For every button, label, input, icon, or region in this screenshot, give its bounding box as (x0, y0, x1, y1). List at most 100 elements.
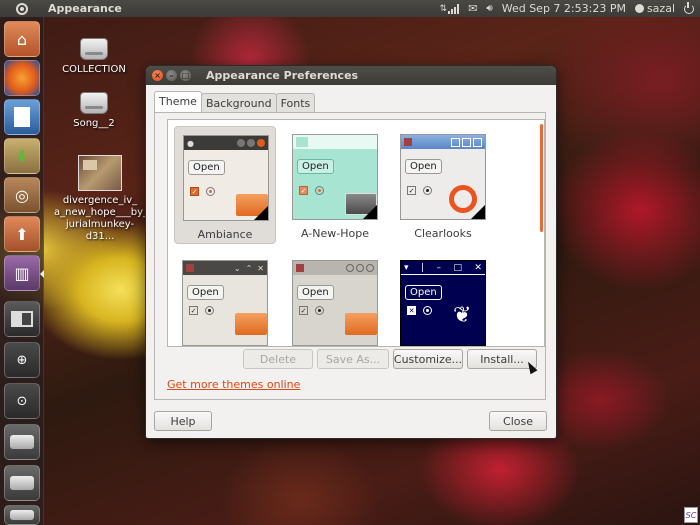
preview-chevron-up-icon: ⌃ (245, 263, 253, 273)
launcher-item-appearance[interactable]: ▥ (4, 255, 40, 291)
envelope-icon: ✉ (468, 2, 478, 15)
theme-dust-sand[interactable]: Open ✓ (284, 252, 386, 346)
desktop-icon-collection[interactable]: COLLECTION (48, 38, 140, 76)
preview-menu-icon (404, 138, 412, 146)
theme-tab-panel: ● Open ✓ Ambiance Open ✓ A-New-Hope Open… (154, 112, 546, 400)
preview-open-button: Open (405, 159, 442, 174)
launcher: ⌂ ⬇ ◎ ⬆ ▥ ⊕ ⊙ (0, 17, 44, 525)
preview-corner-icon (363, 205, 377, 219)
folder-upload-icon: ⬆ (15, 224, 29, 244)
theme-dust[interactable]: ⌄ ⌃ ✕ Open ✓ (174, 252, 276, 346)
preview-radio-icon (315, 306, 324, 315)
active-app-title: Appearance (48, 2, 122, 15)
close-window-button[interactable]: × (152, 70, 163, 81)
top-panel: Appearance ⇅ ✉ 🔊︎ Wed Sep 7 2:53:23 PM s… (0, 0, 700, 17)
magnifier-icon: ⊕ (16, 352, 28, 368)
ubuntu-logo-icon (16, 2, 28, 15)
preview-titlebar: ● (184, 136, 268, 150)
software-center-icon: ◎ (15, 185, 29, 205)
appearance-icon: ▥ (14, 263, 30, 283)
launcher-item-updates[interactable]: ⬇ (4, 138, 40, 174)
customize-button[interactable]: Customize... (393, 349, 463, 369)
theme-a-new-hope[interactable]: Open ✓ A-New-Hope (284, 126, 386, 244)
preview-open-button: Open (188, 160, 225, 175)
mail-indicator[interactable]: ✉ (468, 2, 477, 15)
clock[interactable]: Wed Sep 7 2:53:23 PM (502, 2, 626, 15)
network-indicator[interactable]: ⇅ (440, 3, 460, 14)
dialog-titlebar[interactable]: × – □ Appearance Preferences (146, 66, 556, 85)
preview-max-icon (247, 139, 255, 147)
preview-radio-icon (423, 186, 432, 195)
theme-preview: Open ✓ (400, 134, 486, 220)
desktop-icon-song[interactable]: Song__2 (48, 92, 140, 130)
launcher-item-writer[interactable] (4, 99, 40, 135)
theme-preview: ▾ | – □ ✕ Open ✕ ❦ (400, 260, 486, 346)
maximize-icon: □ (181, 70, 190, 80)
theme-name: A-New-Hope (301, 227, 369, 240)
delete-button[interactable]: Delete (243, 349, 313, 369)
launcher-item-workspaces[interactable] (4, 301, 40, 337)
desktop-icon-label: Song__2 (73, 118, 115, 129)
launcher-item-drive-2[interactable] (4, 465, 40, 501)
get-more-themes-link[interactable]: Get more themes online (167, 378, 300, 391)
preview-open-button: Open (297, 159, 334, 174)
dash-home-button[interactable] (0, 0, 44, 17)
theme-clearlooks[interactable]: Open ✓ Clearlooks (392, 126, 494, 244)
preview-open-button: Open (405, 285, 442, 300)
preview-min-icon (451, 137, 460, 147)
launcher-item-drive-1[interactable] (4, 424, 40, 460)
preview-menu-icon (186, 264, 194, 272)
maximize-window-button[interactable]: □ (180, 70, 191, 81)
signal-bars-icon (448, 3, 460, 14)
preview-titlebar (293, 261, 377, 275)
preview-radio-icon (205, 306, 214, 315)
preview-folder-icon (235, 313, 267, 335)
launcher-item-trash[interactable] (4, 505, 40, 525)
launcher-item-home-folder[interactable]: ⌂ (4, 21, 40, 57)
theme-ambiance[interactable]: ● Open ✓ Ambiance (174, 126, 276, 244)
minimize-icon: – (169, 70, 174, 80)
theme-preview: Open ✓ (292, 134, 378, 220)
preview-titlebar: ▾ | – □ ✕ (401, 261, 485, 275)
desktop-icon-label: divergence_iv_ a_new_hope___by_ jurialmu… (54, 195, 149, 242)
dialog-title: Appearance Preferences (206, 69, 359, 82)
minimize-window-button[interactable]: – (166, 70, 177, 81)
close-button[interactable]: Close (489, 411, 547, 431)
appearance-preferences-dialog: × – □ Appearance Preferences Theme Backg… (146, 66, 556, 438)
launcher-item-downloads[interactable]: ⬆ (4, 216, 40, 252)
launcher-item-software-center[interactable]: ◎ (4, 177, 40, 213)
preview-menu-icon: ● (187, 138, 194, 148)
launcher-item-files[interactable]: ⊙ (4, 383, 40, 419)
preview-radio-icon (206, 187, 215, 196)
preview-checkbox-icon: ✓ (190, 187, 199, 196)
theme-high-contrast-inverse[interactable]: ▾ | – □ ✕ Open ✕ ❦ (392, 252, 494, 346)
launcher-item-applications[interactable]: ⊕ (4, 342, 40, 378)
save-as-button[interactable]: Save As... (317, 349, 389, 369)
preview-min-icon (237, 139, 245, 147)
preview-pipe-icon: | (420, 262, 425, 273)
preview-max-icon (356, 264, 364, 272)
user-menu[interactable]: sazal (634, 2, 675, 15)
theme-list[interactable]: ● Open ✓ Ambiance Open ✓ A-New-Hope Open… (167, 119, 545, 347)
preview-menu-icon (296, 264, 304, 272)
launcher-item-firefox[interactable] (4, 60, 40, 96)
image-thumbnail-icon (78, 155, 122, 191)
preview-open-button: Open (187, 285, 224, 300)
theme-list-scrollbar[interactable] (540, 124, 543, 232)
help-button[interactable]: Help (154, 411, 212, 431)
sound-indicator[interactable]: 🔊︎ (486, 3, 492, 14)
tab-theme[interactable]: Theme (154, 91, 202, 112)
preview-min-icon: – (436, 262, 441, 273)
preview-checkbox-icon: ✓ (299, 186, 308, 195)
session-menu[interactable] (684, 1, 694, 14)
preview-checkbox-icon: ✕ (407, 306, 416, 315)
tab-fonts[interactable]: Fonts (275, 93, 316, 112)
tab-bar: Theme Background Fonts (154, 91, 316, 112)
drive-icon (80, 38, 108, 60)
desktop-icon-wallpaper-file[interactable]: divergence_iv_ a_new_hope___by_ jurialmu… (54, 155, 149, 243)
tab-background[interactable]: Background (200, 93, 277, 112)
power-icon (684, 1, 694, 14)
preview-checkbox-icon: ✓ (407, 186, 416, 195)
preview-radio-icon (423, 306, 432, 315)
drive-icon (10, 476, 34, 490)
